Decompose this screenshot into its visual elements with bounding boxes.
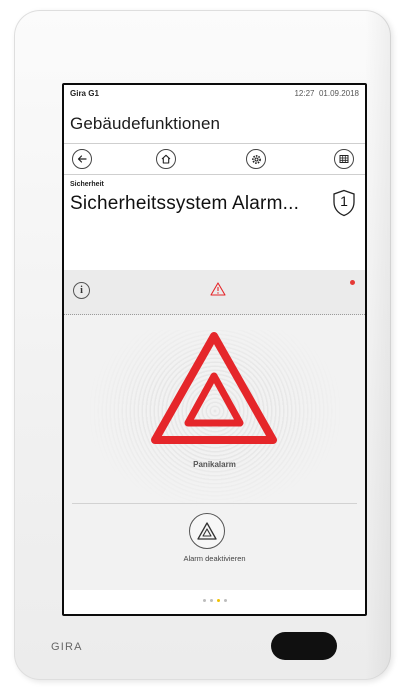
touch-screen: Gira G1 12:27 01.09.2018 Gebäudefunktion… <box>62 83 367 616</box>
page-dot-active[interactable] <box>216 599 220 602</box>
proximity-sensor <box>271 632 337 660</box>
panic-triangle-icon <box>151 332 277 444</box>
panel-header: i <box>64 270 365 315</box>
grid-button[interactable] <box>334 149 354 169</box>
page-dot[interactable] <box>202 599 206 602</box>
brand-logo: GIRA <box>51 641 83 653</box>
page-dot[interactable] <box>209 599 213 602</box>
page-title: Gebäudefunktionen <box>70 114 221 133</box>
time: 12:27 <box>294 89 315 98</box>
back-arrow-icon <box>77 155 87 163</box>
nav-bar <box>64 144 365 174</box>
date: 01.09.2018 <box>318 89 359 98</box>
page-dot[interactable] <box>223 599 227 602</box>
home-button[interactable] <box>156 149 176 169</box>
device-edge <box>365 10 391 680</box>
status-bar: Gira G1 12:27 01.09.2018 <box>64 85 365 101</box>
warning-icon <box>210 282 226 301</box>
clock: 12:27 01.09.2018 <box>294 89 359 98</box>
settings-icon <box>251 154 261 164</box>
display: Gira G1 12:27 01.09.2018 Gebäudefunktion… <box>64 85 365 614</box>
function-title: Sicherheitssystem Alarm... <box>70 193 300 214</box>
category-label: Sicherheit <box>70 181 104 188</box>
panic-alarm-button[interactable] <box>149 330 279 455</box>
home-icon <box>161 154 171 164</box>
alarm-name: Panikalarm <box>193 460 236 469</box>
info-button[interactable]: i <box>73 282 90 299</box>
alarm-status-dot <box>350 280 355 285</box>
security-level-badge: 1 <box>332 189 356 217</box>
deactivate-alarm-button[interactable] <box>189 513 225 549</box>
divider <box>64 174 365 175</box>
back-button[interactable] <box>72 149 92 169</box>
grid-icon <box>339 155 349 163</box>
badge-number: 1 <box>340 193 348 209</box>
panel-divider <box>72 503 357 504</box>
page-indicator[interactable] <box>64 599 365 607</box>
alarm-panel: i Panikalarm Alarm deaktivieren <box>64 270 365 590</box>
settings-button[interactable] <box>246 149 266 169</box>
device-name: Gira G1 <box>70 89 99 98</box>
deactivate-label: Alarm deaktivieren <box>183 554 246 563</box>
deactivate-triangle-icon <box>197 522 217 540</box>
